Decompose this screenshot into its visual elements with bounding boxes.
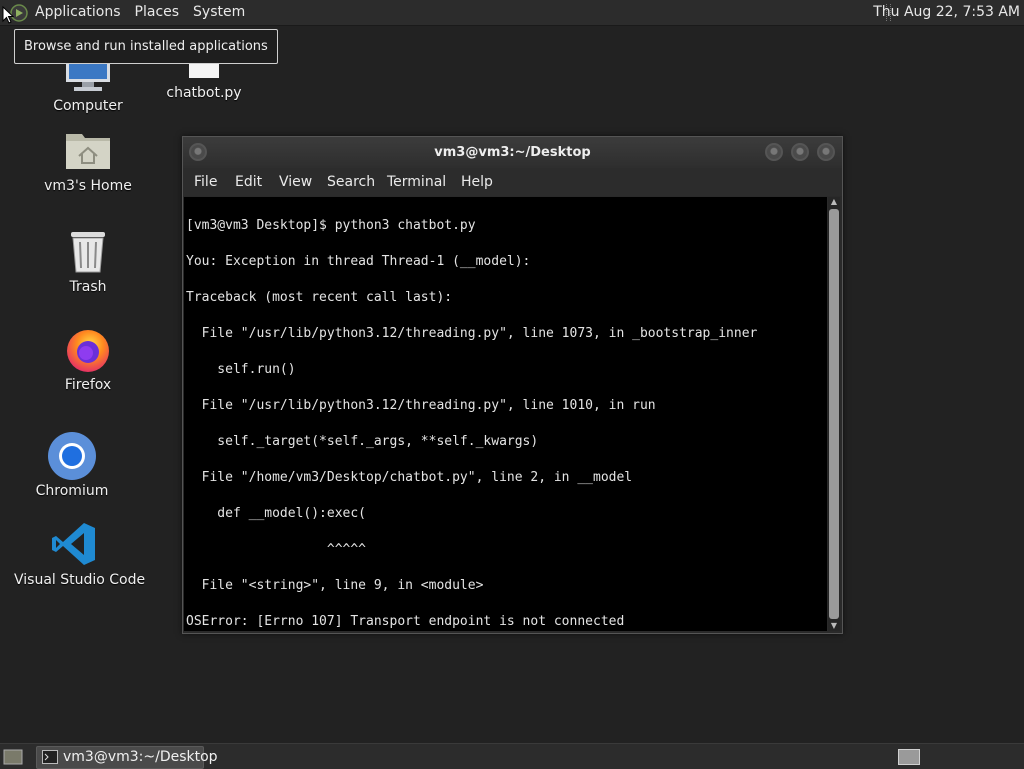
window-title: vm3@vm3:~/Desktop xyxy=(434,145,591,160)
desktop-icon-computer[interactable]: Computer xyxy=(48,60,128,114)
desktop-icon-vscode[interactable]: Visual Studio Code xyxy=(14,522,146,588)
desktop-icon-label: Visual Studio Code xyxy=(14,572,146,588)
terminal-line: self._target(*self._args, **self._kwargs… xyxy=(186,434,539,449)
terminal-output[interactable]: [vm3@vm3 Desktop]$ python3 chatbot.py Yo… xyxy=(184,197,827,631)
scroll-down-icon[interactable]: ▼ xyxy=(828,621,840,631)
terminal-line: def __model():exec( xyxy=(186,506,367,521)
desktop-icon-chatbot-file[interactable]: chatbot.py xyxy=(164,60,244,101)
menu-view[interactable]: View xyxy=(279,168,312,196)
tooltip: Browse and run installed applications xyxy=(14,29,278,64)
menu-search[interactable]: Search xyxy=(327,168,375,196)
chromium-icon xyxy=(48,432,96,480)
desktop-icon-label: vm3's Home xyxy=(44,178,132,194)
terminal-scrollbar[interactable]: ▲ ▼ xyxy=(828,197,840,631)
desktop-icon-label: Trash xyxy=(69,279,107,295)
mouse-pointer-icon xyxy=(2,6,14,24)
desktop-icon-chromium[interactable]: Chromium xyxy=(32,431,112,499)
terminal-line: [vm3@vm3 Desktop]$ python3 chatbot.py xyxy=(186,218,476,233)
workspace-switcher-icon[interactable] xyxy=(898,749,920,765)
terminal-menubar: File Edit View Search Terminal Help xyxy=(183,168,842,196)
menu-applications[interactable]: Applications xyxy=(28,0,128,25)
taskbar-button-label: vm3@vm3:~/Desktop xyxy=(63,749,218,765)
desktop-icon-firefox[interactable]: Firefox xyxy=(48,326,128,393)
show-desktop-icon[interactable] xyxy=(3,749,23,765)
terminal-titlebar[interactable]: vm3@vm3:~/Desktop xyxy=(183,137,842,168)
menu-system[interactable]: System xyxy=(186,0,252,25)
menu-edit[interactable]: Edit xyxy=(235,168,262,196)
maximize-icon[interactable] xyxy=(791,143,809,161)
home-folder-icon xyxy=(66,134,110,169)
desktop-icon-label: Firefox xyxy=(64,377,112,393)
desktop-icon-label: Computer xyxy=(53,98,123,114)
vscode-icon xyxy=(52,523,95,565)
window-menu-icon[interactable] xyxy=(189,143,207,161)
menu-file[interactable]: File xyxy=(194,168,217,196)
bottom-panel: vm3@vm3:~/Desktop xyxy=(0,743,1024,769)
desktop-icon-home[interactable]: vm3's Home xyxy=(44,130,132,194)
terminal-line: File "/usr/lib/python3.12/threading.py",… xyxy=(186,326,758,341)
terminal-line: self.run() xyxy=(186,362,296,377)
minimize-icon[interactable] xyxy=(765,143,783,161)
menu-help[interactable]: Help xyxy=(461,168,493,196)
scroll-up-icon[interactable]: ▲ xyxy=(828,197,840,207)
clock[interactable]: Thu Aug 22, 7:53 AM xyxy=(873,0,1020,25)
trash-icon xyxy=(71,232,105,273)
terminal-line: ^^^^^ xyxy=(186,542,367,557)
terminal-line: You: Exception in thread Thread-1 (__mod… xyxy=(186,254,531,269)
taskbar-terminal-button[interactable]: vm3@vm3:~/Desktop xyxy=(36,746,218,769)
terminal-line: Traceback (most recent call last): xyxy=(186,290,453,305)
terminal-line: File "/home/vm3/Desktop/chatbot.py", lin… xyxy=(186,470,633,485)
terminal-icon xyxy=(42,750,58,764)
desktop-icon-label: Chromium xyxy=(35,483,109,499)
close-icon[interactable] xyxy=(817,143,835,161)
terminal-line: OSError: [Errno 107] Transport endpoint … xyxy=(186,614,625,629)
computer-icon xyxy=(66,60,110,91)
menu-places[interactable]: Places xyxy=(128,0,187,25)
terminal-line: File "/usr/lib/python3.12/threading.py",… xyxy=(186,398,656,413)
desktop-icon-trash[interactable]: Trash xyxy=(48,230,128,295)
scroll-thumb[interactable] xyxy=(829,209,839,619)
menu-terminal[interactable]: Terminal xyxy=(387,168,446,196)
desktop-icon-label: chatbot.py xyxy=(166,85,242,101)
firefox-icon xyxy=(67,330,109,372)
terminal-window[interactable]: vm3@vm3:~/Desktop File Edit View Search … xyxy=(182,136,843,634)
terminal-line: File "<string>", line 9, in <module> xyxy=(186,578,484,593)
top-panel: Applications Places System Thu Aug 22, 7… xyxy=(0,0,1024,26)
